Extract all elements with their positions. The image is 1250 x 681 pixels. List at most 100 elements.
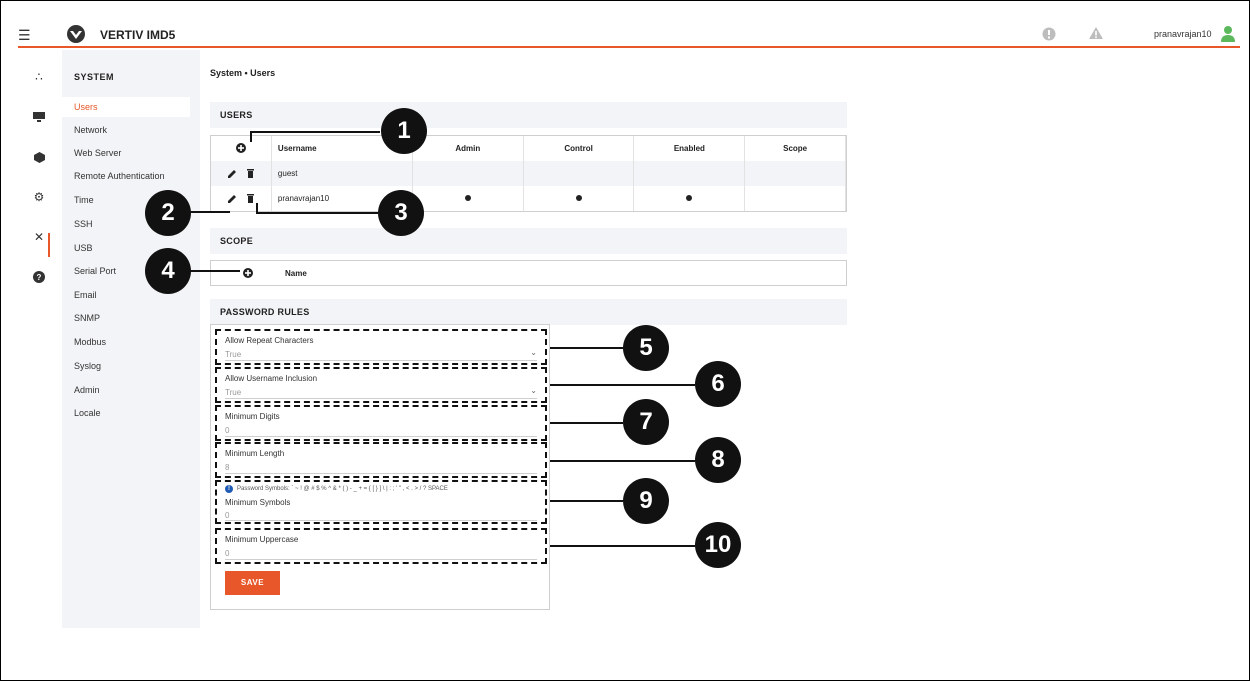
leader-line xyxy=(256,212,378,214)
leader-line xyxy=(550,347,623,349)
breadcrumb: System • Users xyxy=(210,68,276,78)
info-icon: ! xyxy=(225,485,233,493)
password-rules-section-title: PASSWORD RULES xyxy=(210,299,847,325)
col-name[interactable]: Name xyxy=(285,269,307,278)
chevron-down-icon: ⌄ xyxy=(530,348,537,357)
field-underline xyxy=(225,559,537,560)
leader-line xyxy=(190,270,240,272)
field-value: True xyxy=(225,388,242,397)
leader-line xyxy=(550,422,623,424)
submenu-item-web-server[interactable]: Web Server xyxy=(62,143,190,163)
users-section-title: USERS xyxy=(210,102,847,128)
callout-1: 1 xyxy=(381,108,427,154)
callout-7: 7 xyxy=(623,399,669,445)
cell-scope xyxy=(744,186,846,211)
field-label: Allow Username Inclusion xyxy=(225,374,318,383)
submenu-title: SYSTEM xyxy=(74,72,115,82)
gear-icon[interactable]: ⚙ xyxy=(30,188,48,206)
leader-line xyxy=(550,545,695,547)
col-admin[interactable]: Admin xyxy=(412,136,524,161)
callout-5: 5 xyxy=(623,325,669,371)
header-username[interactable]: pranavrajan10 xyxy=(1154,29,1212,39)
tools-icon[interactable]: ✕ xyxy=(30,228,48,246)
col-control[interactable]: Control xyxy=(523,136,635,161)
icon-rail: ∴ ⚙ ✕ ? xyxy=(18,50,60,350)
allow-username-inclusion-select[interactable]: Allow Username Inclusion True ⌄ xyxy=(215,367,547,403)
scope-section-title: SCOPE xyxy=(210,228,847,254)
minimum-length-field[interactable]: Minimum Length 8 xyxy=(215,442,547,478)
menu-icon[interactable]: ☰ xyxy=(18,28,31,42)
cell-scope xyxy=(744,161,846,186)
svg-text:?: ? xyxy=(37,273,42,282)
field-label: Allow Repeat Characters xyxy=(225,336,314,345)
add-user-icon[interactable] xyxy=(235,142,246,153)
submenu-item-locale[interactable]: Locale xyxy=(62,403,190,423)
callout-9: 9 xyxy=(623,478,669,524)
box-icon[interactable] xyxy=(30,148,48,166)
cell-control xyxy=(523,161,635,186)
password-symbols-hint: ! Password Symbols: ` ~ ! @ # $ % ^ & * … xyxy=(225,485,448,493)
users-table: Username Admin Control Enabled Scope gue… xyxy=(211,136,846,211)
submenu-item-admin[interactable]: Admin xyxy=(62,380,190,400)
field-label: Minimum Uppercase xyxy=(225,535,299,544)
field-value: 0 xyxy=(225,511,230,520)
alarm-icon[interactable] xyxy=(1042,27,1056,41)
cell-enabled xyxy=(633,161,746,186)
field-value: True xyxy=(225,350,242,359)
help-icon[interactable]: ? xyxy=(30,268,48,286)
field-value: 0 xyxy=(225,549,230,558)
table-row: guest xyxy=(211,161,846,186)
field-underline xyxy=(225,398,537,399)
callout-6: 6 xyxy=(695,361,741,407)
network-icon[interactable]: ∴ xyxy=(30,68,48,86)
field-label: Minimum Symbols xyxy=(225,498,291,507)
top-bar: ☰ VERTIV IMD5 pranavrajan10 xyxy=(18,24,1240,48)
leader-line xyxy=(550,500,623,502)
submenu-item-users[interactable]: Users xyxy=(62,97,190,117)
save-button[interactable]: SAVE xyxy=(225,571,280,595)
minimum-digits-field[interactable]: Minimum Digits 0 xyxy=(215,405,547,441)
field-underline xyxy=(225,520,537,521)
users-table-header: Username Admin Control Enabled Scope xyxy=(211,136,846,161)
users-table-panel: Username Admin Control Enabled Scope gue… xyxy=(210,135,847,212)
minimum-symbols-field[interactable]: ! Password Symbols: ` ~ ! @ # $ % ^ & * … xyxy=(215,480,547,524)
submenu-item-syslog[interactable]: Syslog xyxy=(62,356,190,376)
delete-icon[interactable] xyxy=(246,194,254,203)
cell-admin xyxy=(412,186,524,211)
col-scope[interactable]: Scope xyxy=(744,136,846,161)
submenu-item-snmp[interactable]: SNMP xyxy=(62,308,190,328)
delete-icon[interactable] xyxy=(246,169,254,178)
field-label: Minimum Length xyxy=(225,449,285,458)
submenu-item-network[interactable]: Network xyxy=(62,120,190,140)
field-value: 0 xyxy=(225,426,230,435)
add-scope-icon[interactable] xyxy=(243,268,253,278)
rail-active-indicator xyxy=(48,233,50,257)
warning-icon[interactable] xyxy=(1088,26,1104,40)
leader-line xyxy=(250,131,380,133)
user-icon[interactable] xyxy=(1220,25,1236,43)
cell-enabled xyxy=(633,186,746,211)
vertiv-logo xyxy=(67,25,85,43)
minimum-uppercase-field[interactable]: Minimum Uppercase 0 xyxy=(215,528,547,564)
leader-line xyxy=(250,132,252,142)
field-label: Minimum Digits xyxy=(225,412,280,421)
field-underline xyxy=(225,436,537,437)
password-symbols-text: Password Symbols: ` ~ ! @ # $ % ^ & * ( … xyxy=(237,486,448,492)
cell-admin xyxy=(412,161,524,186)
submenu-item-modbus[interactable]: Modbus xyxy=(62,332,190,352)
edit-icon[interactable] xyxy=(227,194,237,203)
monitor-icon[interactable] xyxy=(30,108,48,126)
cell-control xyxy=(523,186,635,211)
callout-4: 4 xyxy=(145,248,191,294)
table-row: pranavrajan10 xyxy=(211,186,846,211)
edit-icon[interactable] xyxy=(227,169,237,178)
system-submenu: SYSTEM Users Network Web Server Remote A… xyxy=(62,50,200,628)
admin-dot xyxy=(464,195,471,201)
field-underline xyxy=(225,360,537,361)
field-value: 8 xyxy=(225,463,230,472)
submenu-item-remote-authentication[interactable]: Remote Authentication xyxy=(62,166,190,186)
leader-line xyxy=(550,384,695,386)
col-enabled[interactable]: Enabled xyxy=(633,136,746,161)
callout-8: 8 xyxy=(695,437,741,483)
allow-repeat-characters-select[interactable]: Allow Repeat Characters True ⌄ xyxy=(215,329,547,365)
